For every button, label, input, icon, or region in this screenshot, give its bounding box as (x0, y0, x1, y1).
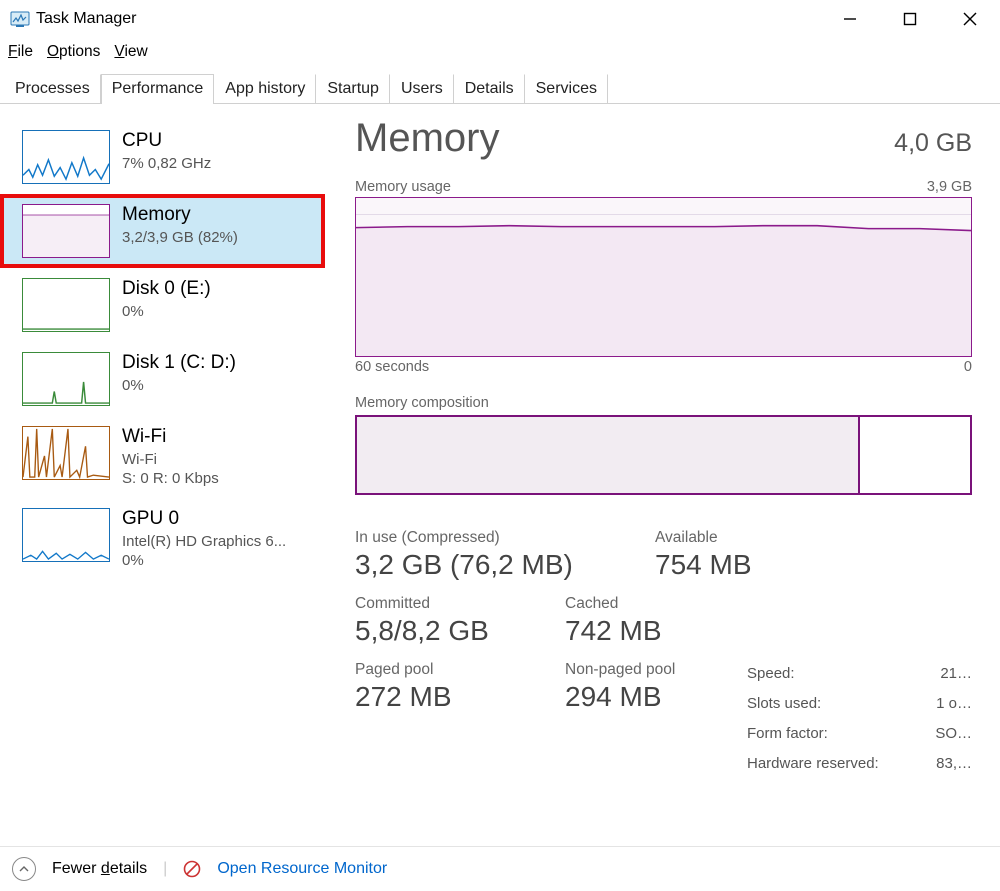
stat-paged-label: Paged pool (355, 661, 525, 679)
page-title: Memory (355, 116, 499, 161)
stat-committed-label: Committed (355, 595, 525, 613)
tab-details[interactable]: Details (454, 74, 525, 104)
sidebar-item-text: Memory 3,2/3,9 GB (82%) (122, 204, 238, 247)
separator: | (163, 860, 167, 878)
titlebar: Task Manager (0, 0, 1000, 39)
memory-usage-chart[interactable] (355, 197, 972, 357)
prop-slots-label: Slots used: (747, 689, 821, 719)
usage-chart-label: Memory usage (355, 179, 451, 195)
stat-nonpaged-label: Non-paged pool (565, 661, 675, 679)
stat-avail-value: 754 MB (655, 549, 752, 581)
usage-chart-max: 3,9 GB (927, 179, 972, 195)
memory-thumb-icon (22, 204, 110, 258)
menu-view[interactable]: View (114, 43, 147, 61)
prop-speed-value: 21… (940, 659, 972, 689)
sidebar-item-sub: Wi-Fi (122, 450, 219, 469)
prop-form-value: SO… (935, 719, 972, 749)
sidebar-item-text: Wi-Fi Wi-Fi S: 0 R: 0 Kbps (122, 426, 219, 488)
sidebar-item-title: GPU 0 (122, 508, 286, 530)
sidebar-item-sub: Intel(R) HD Graphics 6... (122, 532, 286, 551)
memory-properties: Speed: 21… Slots used: 1 o… Form factor: SO… (747, 659, 972, 779)
tab-performance[interactable]: Performance (101, 74, 215, 104)
composition-label: Memory composition (355, 395, 972, 411)
sidebar-item-text: CPU 7% 0,82 GHz (122, 130, 211, 173)
tab-startup[interactable]: Startup (316, 74, 390, 104)
wifi-thumb-icon (22, 426, 110, 480)
window-title: Task Manager (36, 10, 137, 28)
app-icon (10, 9, 30, 29)
prop-slots-value: 1 o… (936, 689, 972, 719)
stat-cached-value: 742 MB (565, 615, 662, 647)
window-controls (820, 0, 1000, 38)
minimize-button[interactable] (820, 0, 880, 38)
menu-options[interactable]: Options (47, 43, 100, 61)
memory-composition-bar[interactable] (355, 415, 972, 495)
sidebar-item-disk0[interactable]: Disk 0 (E:) 0% (0, 268, 325, 342)
performance-body: CPU 7% 0,82 GHz Memory 3,2/3,9 GB (82%) (0, 104, 1000, 846)
stat-inuse-value: 3,2 GB (76,2 MB) (355, 549, 615, 581)
cpu-thumb-icon (22, 130, 110, 184)
sidebar-item-title: Disk 0 (E:) (122, 278, 211, 300)
sidebar-item-sub: 3,2/3,9 GB (82%) (122, 228, 238, 247)
sidebar-item-wifi[interactable]: Wi-Fi Wi-Fi S: 0 R: 0 Kbps (0, 416, 325, 498)
disk0-thumb-icon (22, 278, 110, 332)
stat-committed-value: 5,8/8,2 GB (355, 615, 525, 647)
composition-used (357, 417, 860, 493)
resource-monitor-icon (183, 860, 201, 878)
gpu-thumb-icon (22, 508, 110, 562)
sidebar-item-gpu0[interactable]: GPU 0 Intel(R) HD Graphics 6... 0% (0, 498, 325, 580)
menubar: File Options View (0, 39, 1000, 65)
disk1-thumb-icon (22, 352, 110, 406)
fewer-details-button[interactable]: Fewer details (52, 860, 147, 878)
menu-file[interactable]: File (8, 43, 33, 61)
stat-avail-label: Available (655, 529, 752, 547)
close-button[interactable] (940, 0, 1000, 38)
sidebar-item-text: GPU 0 Intel(R) HD Graphics 6... 0% (122, 508, 286, 570)
sidebar: CPU 7% 0,82 GHz Memory 3,2/3,9 GB (82%) (0, 104, 325, 846)
tab-processes[interactable]: Processes (4, 74, 101, 104)
axis-left: 60 seconds (355, 359, 429, 375)
chevron-up-icon[interactable] (12, 857, 36, 881)
sidebar-item-title: Disk 1 (C: D:) (122, 352, 236, 374)
prop-hw-label: Hardware reserved: (747, 749, 879, 779)
sidebar-item-sub: 7% 0,82 GHz (122, 154, 211, 173)
sidebar-item-memory[interactable]: Memory 3,2/3,9 GB (82%) (0, 194, 325, 268)
sidebar-item-cpu[interactable]: CPU 7% 0,82 GHz (0, 120, 325, 194)
stat-cached-label: Cached (565, 595, 662, 613)
prop-speed-label: Speed: (747, 659, 795, 689)
sidebar-item-title: Memory (122, 204, 238, 226)
memory-total: 4,0 GB (894, 129, 972, 158)
sidebar-item-sub2: 0% (122, 551, 286, 570)
composition-free (860, 417, 970, 493)
stat-paged-value: 272 MB (355, 681, 525, 713)
prop-hw-value: 83,… (936, 749, 972, 779)
sidebar-item-text: Disk 0 (E:) 0% (122, 278, 211, 321)
tab-apphistory[interactable]: App history (214, 74, 316, 104)
detail-pane: Memory 4,0 GB Memory usage 3,9 GB 60 sec… (325, 104, 1000, 846)
tab-strip: Processes Performance App history Startu… (0, 73, 1000, 104)
footer: Fewer details | Open Resource Monitor (0, 846, 1000, 891)
axis-right: 0 (964, 359, 972, 375)
stat-inuse-label: In use (Compressed) (355, 529, 615, 547)
sidebar-item-sub: 0% (122, 376, 236, 395)
maximize-button[interactable] (880, 0, 940, 38)
sidebar-item-title: Wi-Fi (122, 426, 219, 448)
open-resource-monitor-link[interactable]: Open Resource Monitor (217, 860, 387, 878)
sidebar-item-title: CPU (122, 130, 211, 152)
stat-nonpaged-value: 294 MB (565, 681, 675, 713)
sidebar-item-disk1[interactable]: Disk 1 (C: D:) 0% (0, 342, 325, 416)
tab-services[interactable]: Services (525, 74, 608, 104)
prop-form-label: Form factor: (747, 719, 828, 749)
sidebar-item-sub2: S: 0 R: 0 Kbps (122, 469, 219, 488)
sidebar-item-sub: 0% (122, 302, 211, 321)
tab-users[interactable]: Users (390, 74, 454, 104)
sidebar-item-text: Disk 1 (C: D:) 0% (122, 352, 236, 395)
